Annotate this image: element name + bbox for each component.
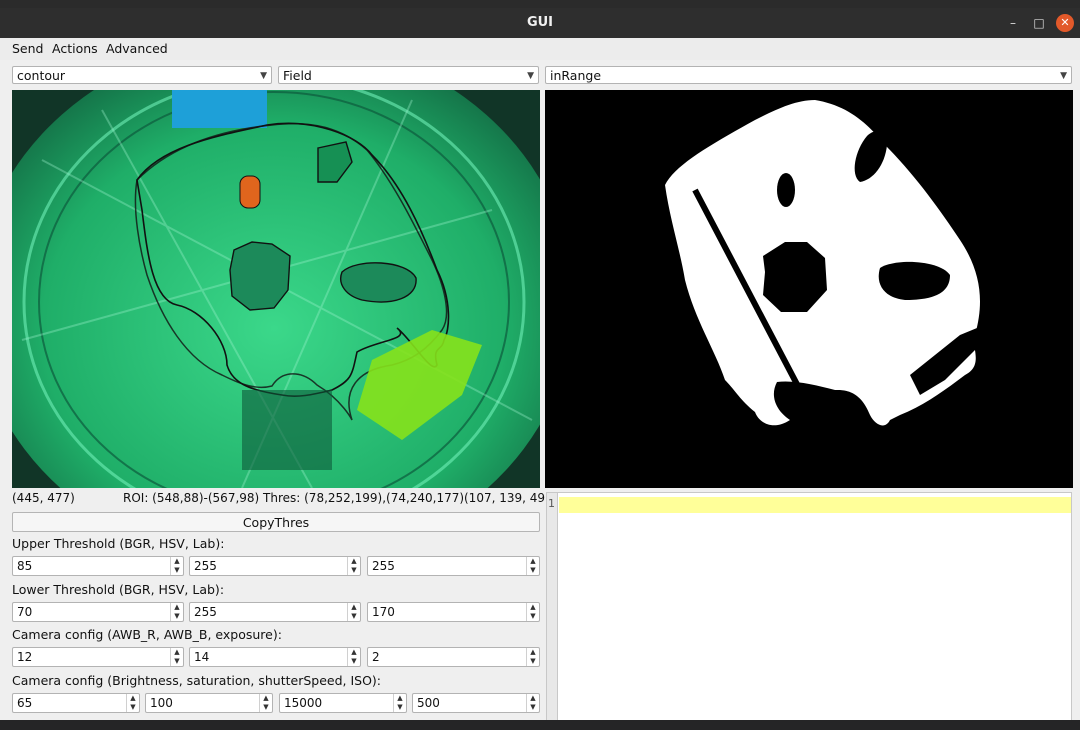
spinbox-value: 14	[194, 650, 210, 664]
filter-select[interactable]: inRange ▼	[545, 66, 1072, 84]
spinbox-value: 500	[417, 696, 440, 710]
menu-bar: Send Actions Advanced	[0, 38, 1080, 60]
spinbox-value: 100	[150, 696, 173, 710]
spinner-arrows-icon[interactable]: ▲ ▼	[126, 694, 139, 712]
window-title: GUI	[526, 15, 554, 30]
spinbox-value: 65	[17, 696, 33, 710]
roi-threshold-text: ROI: (548,88)-(567,98) Thres: (78,252,19…	[123, 491, 465, 505]
exposure-spinbox[interactable]: 2 ▲ ▼	[367, 647, 540, 667]
mask-image	[545, 90, 1073, 488]
display-mode-select[interactable]: contour ▼	[12, 66, 272, 84]
spinner-arrows-icon[interactable]: ▲ ▼	[259, 694, 272, 712]
display-mode-value: contour	[17, 68, 66, 83]
upper-threshold-spinbox-2[interactable]: 255 ▲ ▼	[189, 556, 361, 576]
desktop-top-strip	[0, 0, 1080, 8]
minimize-button[interactable]: –	[1004, 14, 1022, 32]
lower-threshold-label: Lower Threshold (BGR, HSV, Lab):	[12, 582, 225, 597]
camera-config-awb-label: Camera config (AWB_R, AWB_B, exposure):	[12, 627, 282, 642]
spinner-arrows-icon[interactable]: ▲ ▼	[347, 603, 360, 621]
pixel-color-value: (107, 139, 49)	[464, 491, 550, 505]
line-number: 1	[548, 497, 555, 510]
spinbox-value: 255	[372, 559, 395, 573]
spinbox-value: 255	[194, 605, 217, 619]
spinner-arrows-icon[interactable]: ▲ ▼	[526, 557, 539, 575]
menu-advanced[interactable]: Advanced	[106, 41, 168, 56]
background-editor-strip	[0, 720, 1080, 730]
awb-r-spinbox[interactable]: 12 ▲ ▼	[12, 647, 184, 667]
upper-threshold-spinbox-3[interactable]: 255 ▲ ▼	[367, 556, 540, 576]
menu-actions[interactable]: Actions	[52, 41, 98, 56]
spinner-arrows-icon[interactable]: ▲ ▼	[393, 694, 406, 712]
shutter-speed-spinbox[interactable]: 15000 ▲ ▼	[279, 693, 407, 713]
lower-threshold-spinbox-2[interactable]: 255 ▲ ▼	[189, 602, 361, 622]
camera-view[interactable]	[0, 37, 574, 567]
camera-config-brightness-label: Camera config (Brightness, saturation, s…	[12, 673, 382, 688]
spinbox-value: 12	[17, 650, 33, 664]
spinner-arrows-icon[interactable]: ▲ ▼	[347, 648, 360, 666]
spinbox-value: 255	[194, 559, 217, 573]
iso-spinbox[interactable]: 500 ▲ ▼	[412, 693, 540, 713]
camera-image	[0, 37, 574, 567]
spinner-arrows-icon[interactable]: ▲ ▼	[526, 603, 539, 621]
upper-threshold-spinbox-1[interactable]: 85 ▲ ▼	[12, 556, 184, 576]
upper-threshold-label: Upper Threshold (BGR, HSV, Lab):	[12, 536, 225, 551]
brightness-spinbox[interactable]: 65 ▲ ▼	[12, 693, 140, 713]
line-number-gutter: 1	[547, 493, 558, 721]
saturation-spinbox[interactable]: 100 ▲ ▼	[145, 693, 273, 713]
spinner-arrows-icon[interactable]: ▲ ▼	[526, 648, 539, 666]
gui-window: GUI – □ ✕ Send Actions Advanced contour …	[0, 8, 1080, 722]
copy-thres-button[interactable]: CopyThres	[12, 512, 540, 532]
code-editor[interactable]: 1	[546, 492, 1072, 722]
threshold-mask-view[interactable]	[545, 90, 1073, 488]
cursor-coordinates: (445, 477)	[12, 491, 75, 505]
spinner-arrows-icon[interactable]: ▲ ▼	[170, 603, 183, 621]
chevron-down-icon: ▼	[1060, 71, 1067, 81]
close-button[interactable]: ✕	[1056, 14, 1074, 32]
spinbox-value: 170	[372, 605, 395, 619]
spinbox-value: 70	[17, 605, 33, 619]
chevron-down-icon: ▼	[527, 71, 534, 81]
lower-threshold-spinbox-3[interactable]: 170 ▲ ▼	[367, 602, 540, 622]
lower-threshold-spinbox-1[interactable]: 70 ▲ ▼	[12, 602, 184, 622]
spinbox-value: 2	[372, 650, 380, 664]
spinner-arrows-icon[interactable]: ▲ ▼	[526, 694, 539, 712]
awb-b-spinbox[interactable]: 14 ▲ ▼	[189, 647, 361, 667]
target-select[interactable]: Field ▼	[278, 66, 539, 84]
spinner-arrows-icon[interactable]: ▲ ▼	[347, 557, 360, 575]
title-bar: GUI – □ ✕	[0, 8, 1080, 38]
maximize-button[interactable]: □	[1030, 14, 1048, 32]
chevron-down-icon: ▼	[260, 71, 267, 81]
current-line-highlight	[559, 497, 1071, 513]
spinner-arrows-icon[interactable]: ▲ ▼	[170, 648, 183, 666]
menu-send[interactable]: Send	[12, 41, 43, 56]
filter-value: inRange	[550, 68, 602, 83]
target-value: Field	[283, 68, 312, 83]
spinner-arrows-icon[interactable]: ▲ ▼	[170, 557, 183, 575]
spinbox-value: 15000	[284, 696, 323, 710]
spinbox-value: 85	[17, 559, 33, 573]
